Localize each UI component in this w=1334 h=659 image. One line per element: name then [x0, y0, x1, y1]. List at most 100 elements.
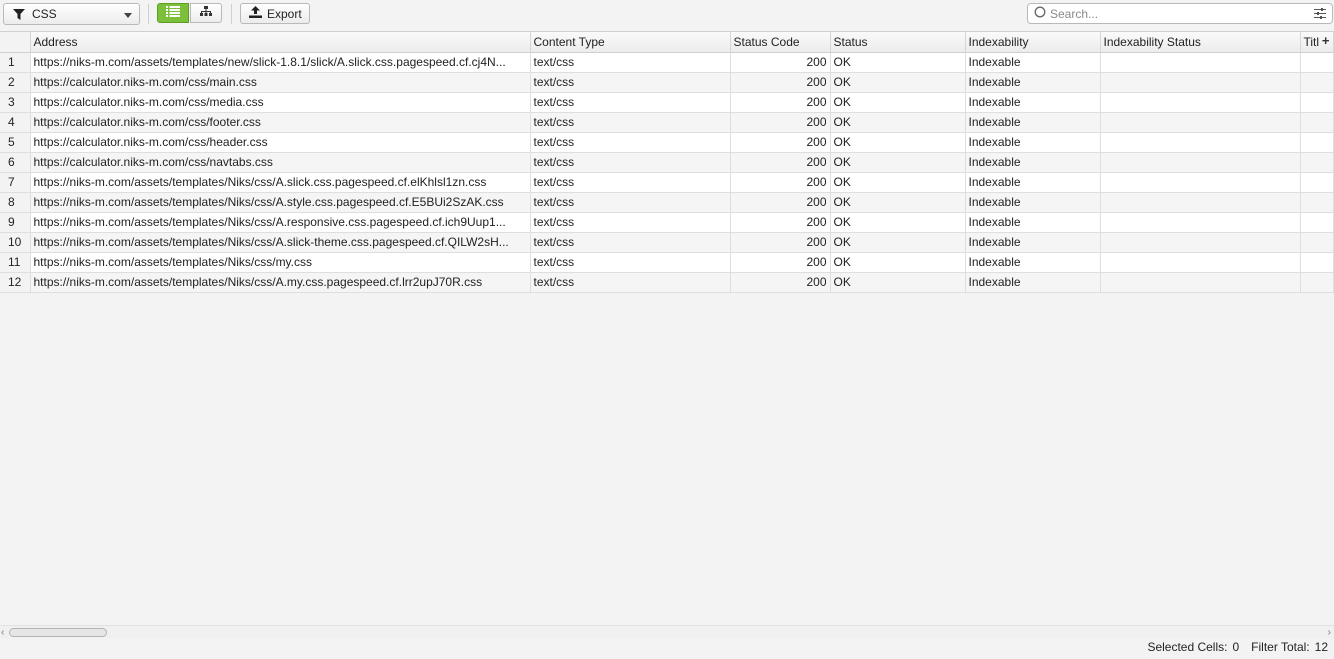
column-header-indexability[interactable]: Indexability: [965, 32, 1101, 53]
cell-content-type[interactable]: text/css: [530, 52, 731, 73]
cell-content-type[interactable]: text/css: [530, 92, 731, 113]
cell-address[interactable]: https://niks-m.com/assets/templates/Niks…: [30, 232, 531, 253]
cell-indexability[interactable]: Indexable: [965, 192, 1101, 213]
cell-address[interactable]: https://niks-m.com/assets/templates/new/…: [30, 52, 531, 73]
cell-indexability[interactable]: Indexable: [965, 52, 1101, 73]
cell-status[interactable]: OK: [830, 212, 966, 233]
cell-indexability-status[interactable]: [1100, 252, 1301, 273]
cell-title[interactable]: [1300, 52, 1334, 73]
cell-indexability[interactable]: Indexable: [965, 252, 1101, 273]
cell-status-code[interactable]: 200: [730, 172, 831, 193]
column-header-content-type[interactable]: Content Type: [530, 32, 731, 53]
cell-content-type[interactable]: text/css: [530, 172, 731, 193]
cell-title[interactable]: [1300, 212, 1334, 233]
cell-title[interactable]: [1300, 272, 1334, 293]
cell-indexability-status[interactable]: [1100, 232, 1301, 253]
column-header-indexability-status[interactable]: Indexability Status: [1100, 32, 1301, 53]
cell-indexability[interactable]: Indexable: [965, 232, 1101, 253]
cell-status-code[interactable]: 200: [730, 272, 831, 293]
row-number[interactable]: 6: [0, 152, 31, 173]
cell-indexability[interactable]: Indexable: [965, 272, 1101, 293]
cell-content-type[interactable]: text/css: [530, 112, 731, 133]
row-number[interactable]: 1: [0, 52, 31, 73]
horizontal-scrollbar[interactable]: ‹ ›: [0, 625, 1334, 638]
cell-address[interactable]: https://calculator.niks-m.com/css/main.c…: [30, 72, 531, 93]
cell-content-type[interactable]: text/css: [530, 252, 731, 273]
cell-status[interactable]: OK: [830, 172, 966, 193]
cell-status[interactable]: OK: [830, 152, 966, 173]
cell-title[interactable]: [1300, 112, 1334, 133]
add-column-icon[interactable]: +: [1322, 33, 1330, 48]
table-row[interactable]: 6 https://calculator.niks-m.com/css/navta…: [0, 152, 1334, 173]
cell-indexability-status[interactable]: [1100, 152, 1301, 173]
cell-title[interactable]: [1300, 172, 1334, 193]
table-row[interactable]: 4 https://calculator.niks-m.com/css/foote…: [0, 112, 1334, 133]
cell-status-code[interactable]: 200: [730, 72, 831, 93]
cell-title[interactable]: [1300, 132, 1334, 153]
search-input[interactable]: [1050, 6, 1305, 21]
cell-address[interactable]: https://niks-m.com/assets/templates/Niks…: [30, 172, 531, 193]
row-number[interactable]: 10: [0, 232, 31, 253]
cell-indexability-status[interactable]: [1100, 112, 1301, 133]
cell-content-type[interactable]: text/css: [530, 212, 731, 233]
cell-status-code[interactable]: 200: [730, 252, 831, 273]
row-number[interactable]: 5: [0, 132, 31, 153]
cell-indexability[interactable]: Indexable: [965, 172, 1101, 193]
cell-status[interactable]: OK: [830, 112, 966, 133]
column-header-status[interactable]: Status: [830, 32, 966, 53]
cell-status[interactable]: OK: [830, 72, 966, 93]
cell-status-code[interactable]: 200: [730, 152, 831, 173]
cell-indexability[interactable]: Indexable: [965, 132, 1101, 153]
cell-indexability-status[interactable]: [1100, 52, 1301, 73]
cell-content-type[interactable]: text/css: [530, 232, 731, 253]
row-number[interactable]: 9: [0, 212, 31, 233]
filter-dropdown[interactable]: CSS: [3, 3, 140, 25]
scroll-right-icon[interactable]: ›: [1328, 627, 1331, 638]
cell-status[interactable]: OK: [830, 132, 966, 153]
cell-indexability-status[interactable]: [1100, 92, 1301, 113]
table-row[interactable]: 7 https://niks-m.com/assets/templates/Nik…: [0, 172, 1334, 193]
cell-address[interactable]: https://niks-m.com/assets/templates/Niks…: [30, 192, 531, 213]
cell-indexability[interactable]: Indexable: [965, 92, 1101, 113]
row-number[interactable]: 4: [0, 112, 31, 133]
cell-indexability-status[interactable]: [1100, 212, 1301, 233]
cell-indexability[interactable]: Indexable: [965, 152, 1101, 173]
cell-indexability[interactable]: Indexable: [965, 112, 1101, 133]
table-row[interactable]: 1 https://niks-m.com/assets/templates/new…: [0, 52, 1334, 73]
cell-status[interactable]: OK: [830, 52, 966, 73]
cell-content-type[interactable]: text/css: [530, 152, 731, 173]
cell-status-code[interactable]: 200: [730, 112, 831, 133]
column-header-status-code[interactable]: Status Code: [730, 32, 831, 53]
cell-status-code[interactable]: 200: [730, 192, 831, 213]
search-box[interactable]: [1027, 3, 1333, 24]
cell-status-code[interactable]: 200: [730, 212, 831, 233]
cell-status[interactable]: OK: [830, 232, 966, 253]
cell-content-type[interactable]: text/css: [530, 272, 731, 293]
cell-status[interactable]: OK: [830, 192, 966, 213]
scroll-left-icon[interactable]: ‹: [1, 627, 4, 638]
cell-indexability-status[interactable]: [1100, 272, 1301, 293]
row-number[interactable]: 7: [0, 172, 31, 193]
cell-address[interactable]: https://niks-m.com/assets/templates/Niks…: [30, 272, 531, 293]
cell-indexability[interactable]: Indexable: [965, 212, 1101, 233]
table-row[interactable]: 9 https://niks-m.com/assets/templates/Nik…: [0, 212, 1334, 233]
cell-title[interactable]: [1300, 192, 1334, 213]
cell-indexability-status[interactable]: [1100, 192, 1301, 213]
search-options-icon[interactable]: [1314, 8, 1326, 22]
cell-status[interactable]: OK: [830, 92, 966, 113]
table-row[interactable]: 12 https://niks-m.com/assets/templates/Ni…: [0, 272, 1334, 293]
cell-status[interactable]: OK: [830, 252, 966, 273]
table-row[interactable]: 5 https://calculator.niks-m.com/css/heade…: [0, 132, 1334, 153]
cell-title[interactable]: [1300, 92, 1334, 113]
scrollbar-thumb[interactable]: [9, 628, 107, 637]
cell-indexability-status[interactable]: [1100, 172, 1301, 193]
cell-content-type[interactable]: text/css: [530, 192, 731, 213]
cell-status-code[interactable]: 200: [730, 92, 831, 113]
row-number[interactable]: 12: [0, 272, 31, 293]
cell-address[interactable]: https://niks-m.com/assets/templates/Niks…: [30, 252, 531, 273]
list-view-button[interactable]: [157, 3, 189, 23]
cell-status[interactable]: OK: [830, 272, 966, 293]
cell-indexability-status[interactable]: [1100, 132, 1301, 153]
cell-content-type[interactable]: text/css: [530, 72, 731, 93]
cell-address[interactable]: https://calculator.niks-m.com/css/header…: [30, 132, 531, 153]
